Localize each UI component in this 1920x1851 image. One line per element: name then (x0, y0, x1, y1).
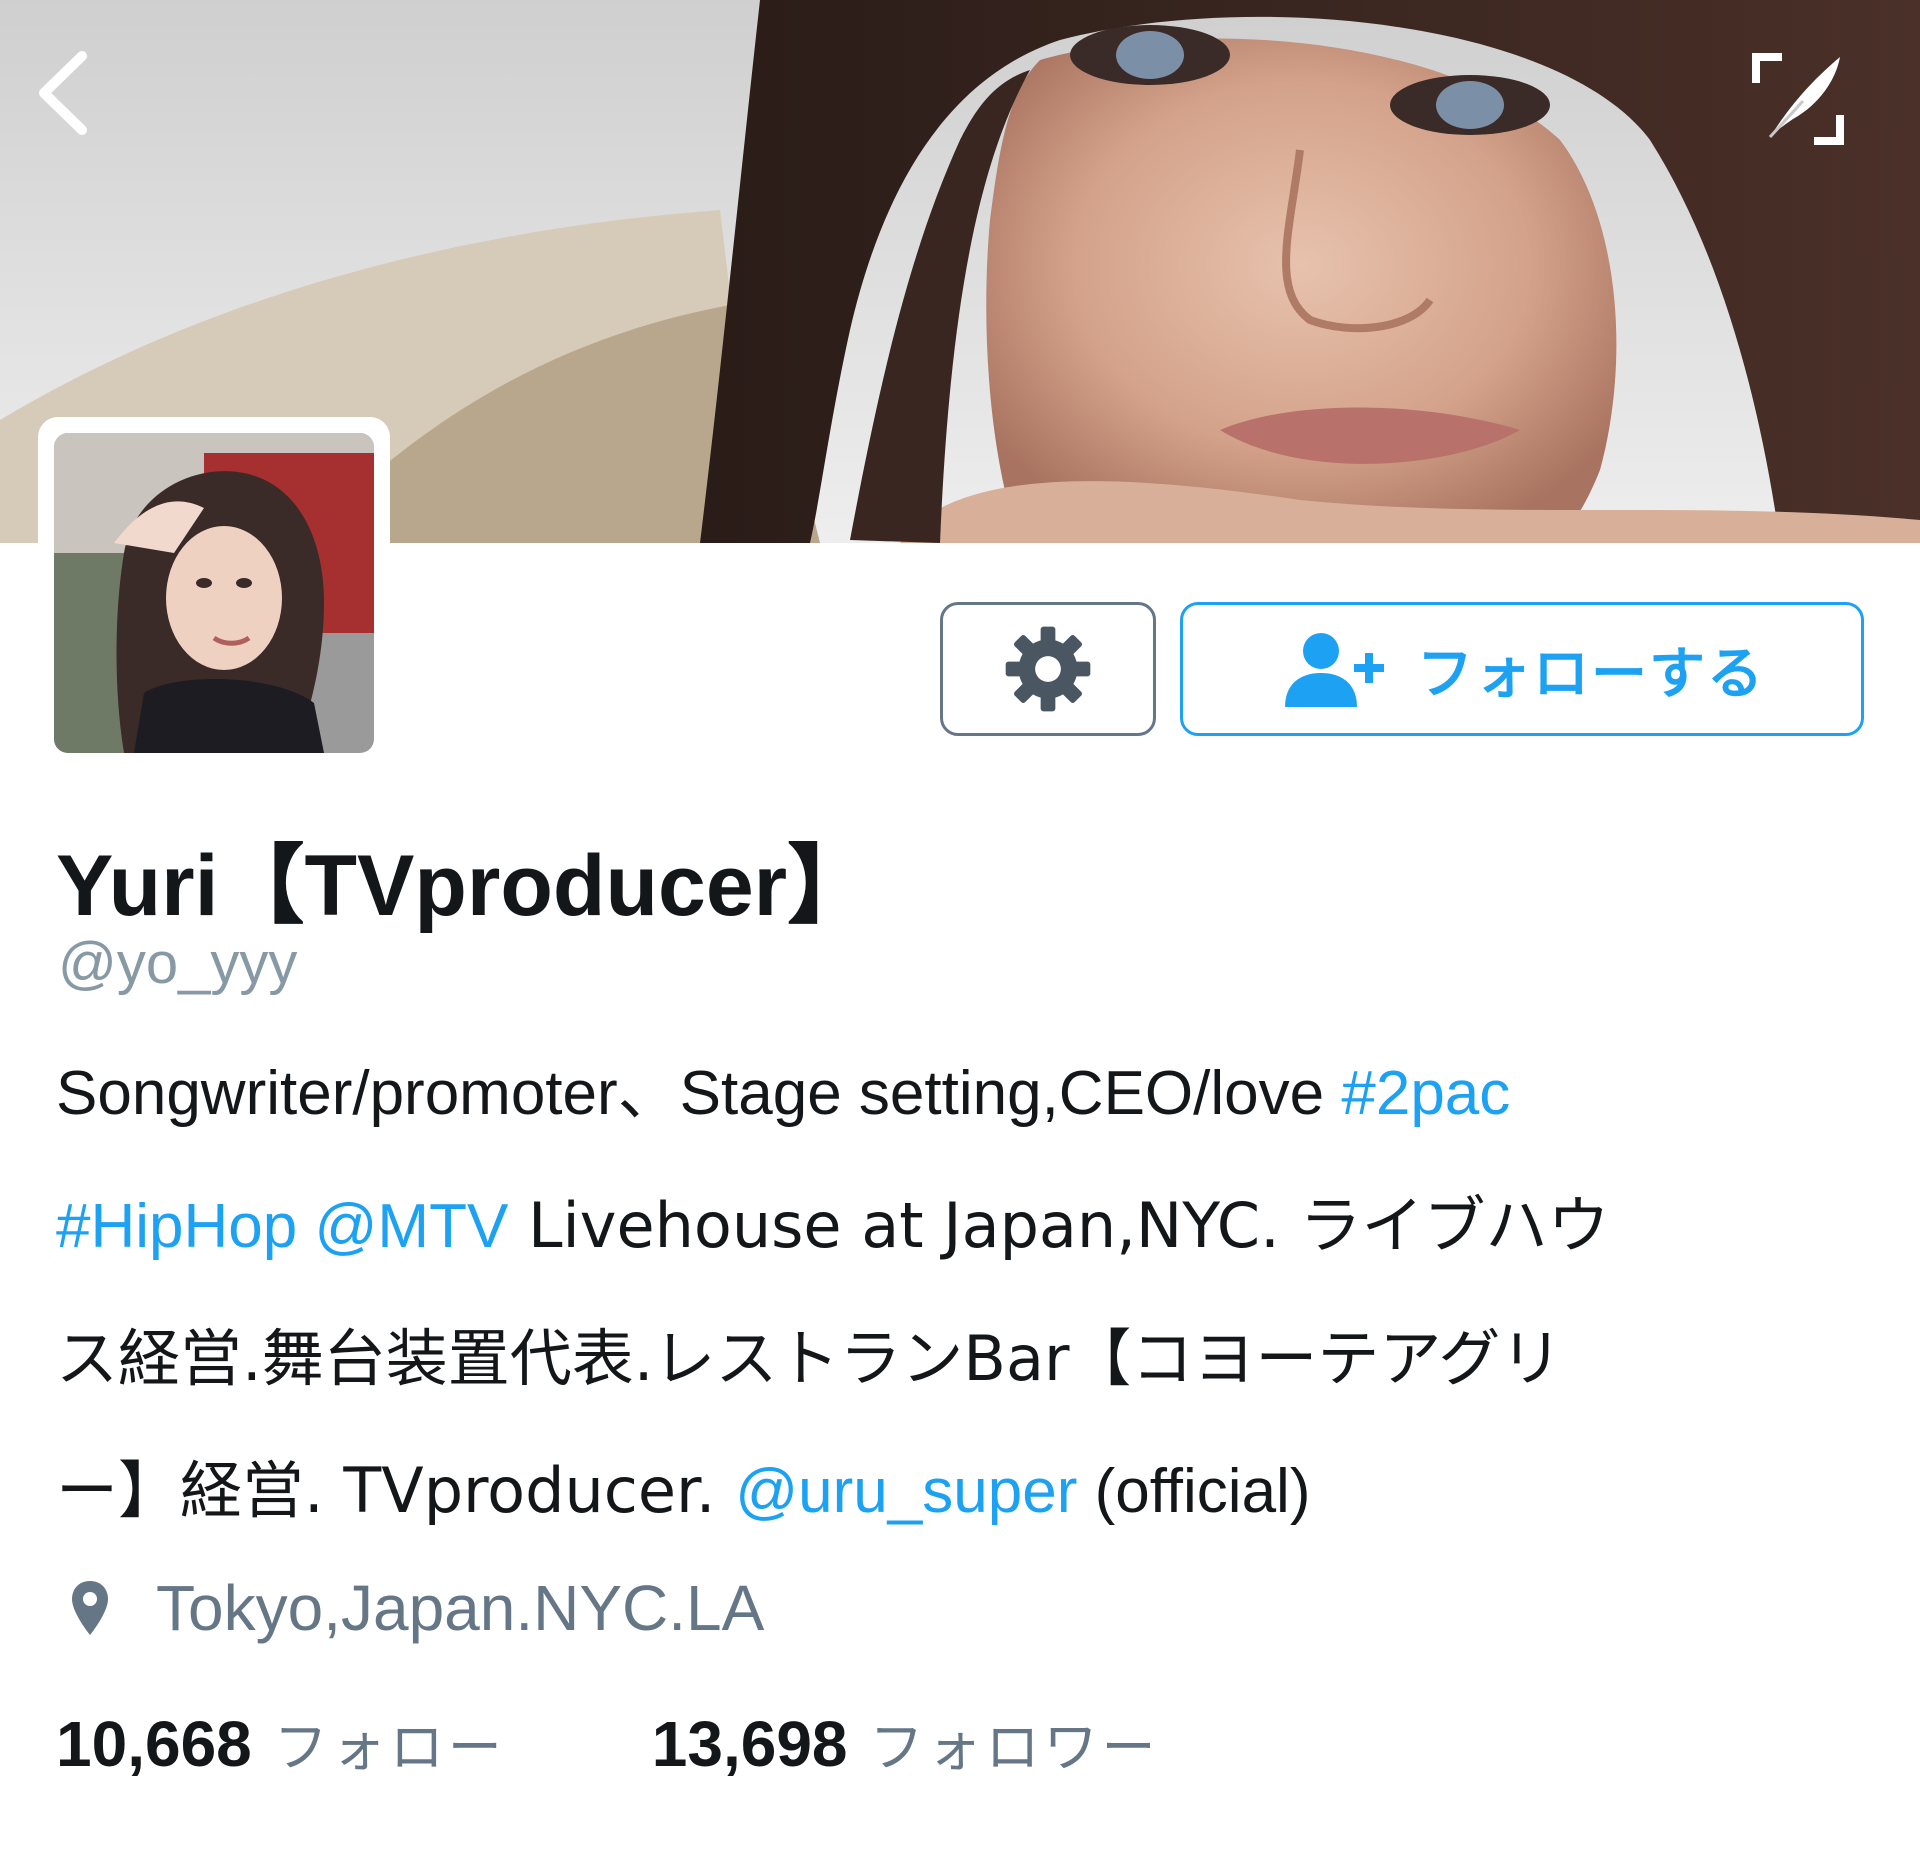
hashtag-link[interactable]: #HipHop (56, 1192, 297, 1261)
back-button[interactable] (22, 38, 102, 148)
gear-icon (1005, 626, 1091, 712)
following-stat[interactable]: 10,668 フォロー (56, 1703, 506, 1782)
settings-button[interactable] (940, 602, 1156, 736)
bio-text: ー】経営. TVproducer. (56, 1454, 736, 1527)
bio-text (297, 1192, 314, 1261)
bio-text: ス経営.舞台装置代表.レストランBar【コヨーテアグリ (56, 1322, 1563, 1395)
mention-link[interactable]: @MTV (314, 1192, 508, 1261)
mention-link[interactable]: @uru_super (735, 1457, 1077, 1526)
screen-name: @yo_yyy (58, 931, 298, 996)
bio-text: Songwriter/promoter、Stage setting,CEO/lo… (56, 1059, 1342, 1128)
location-text: Tokyo,Japan.NYC.LA (156, 1572, 765, 1644)
location: Tokyo,Japan.NYC.LA (70, 1568, 764, 1648)
hashtag-link[interactable]: #2pac (1341, 1059, 1510, 1128)
expand-feather-icon (1752, 53, 1844, 145)
bio-line: ー】経営. TVproducer. @uru_super (official) (56, 1425, 1876, 1558)
profile-stats: 10,668 フォロー 13,698 フォロワー (56, 1703, 1160, 1793)
bio-line: Songwriter/promoter、Stage setting,CEO/lo… (56, 1028, 1876, 1160)
followers-label: フォロワー (869, 1716, 1160, 1779)
follow-button[interactable]: フォローする (1180, 602, 1864, 736)
bio-line: ス経営.舞台装置代表.レストランBar【コヨーテアグリ (56, 1293, 1876, 1425)
follow-button-label: フォローする (1417, 641, 1765, 707)
followers-count: 13,698 (651, 1708, 848, 1780)
followers-stat[interactable]: 13,698 フォロワー (652, 1703, 1160, 1782)
bio-text: (official) (1077, 1457, 1311, 1526)
following-label: フォロー (273, 1716, 506, 1779)
bio: Songwriter/promoter、Stage setting,CEO/lo… (56, 1028, 1876, 1558)
avatar[interactable] (38, 417, 390, 769)
add-user-icon (1285, 633, 1384, 707)
bio-line: #HipHop @MTV Livehouse at Japan,NYC. ライブ… (56, 1160, 1876, 1293)
profile-page: フォローする Yuri【TVproducer】 @yo_yyy Songwrit… (0, 0, 1920, 1851)
display-name: Yuri【TVproducer】 (56, 838, 874, 934)
chevron-left-icon (39, 51, 87, 135)
bio-text: Livehouse at Japan,NYC. ライブハウ (508, 1189, 1610, 1262)
following-count: 10,668 (56, 1708, 252, 1780)
expand-banner-button[interactable] (1738, 44, 1858, 154)
location-pin-icon (72, 1581, 108, 1635)
avatar-photo (54, 433, 374, 753)
